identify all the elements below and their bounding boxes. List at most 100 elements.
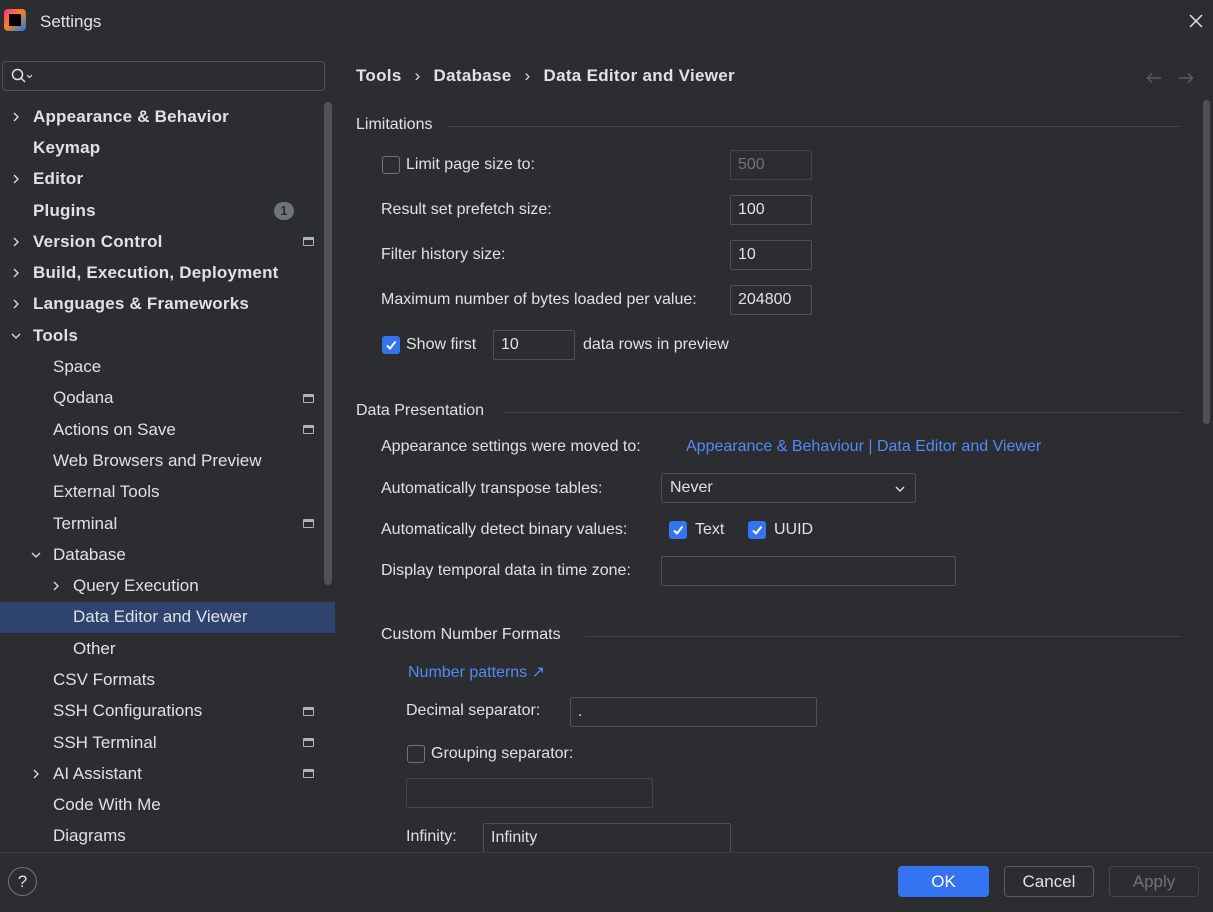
sidebar-item-languages-and-frameworks[interactable]: Languages & Frameworks bbox=[0, 289, 335, 320]
prefetch-size-label: Result set prefetch size: bbox=[381, 201, 552, 218]
chevron-right-icon[interactable] bbox=[10, 173, 22, 185]
detect-binary-uuid-checkbox[interactable] bbox=[748, 521, 766, 539]
sidebar-item-label: Version Control bbox=[33, 231, 163, 251]
sidebar-item-space[interactable]: Space bbox=[0, 351, 335, 382]
sidebar-item-keymap[interactable]: Keymap bbox=[0, 132, 335, 163]
chevron-right-icon[interactable] bbox=[50, 580, 62, 592]
breadcrumb-item-current: Data Editor and Viewer bbox=[543, 66, 735, 85]
settings-search-input[interactable] bbox=[33, 63, 324, 89]
sidebar-item-ai-assistant[interactable]: AI Assistant bbox=[0, 758, 335, 789]
sidebar-item-ssh-configurations[interactable]: SSH Configurations bbox=[0, 696, 335, 727]
window-title: Settings bbox=[40, 12, 102, 31]
back-button[interactable] bbox=[1145, 70, 1163, 86]
detect-binary-text-checkbox[interactable] bbox=[669, 521, 687, 539]
breadcrumb-separator: › bbox=[524, 66, 531, 85]
chevron-down-icon[interactable] bbox=[10, 330, 22, 342]
close-button[interactable] bbox=[1185, 10, 1207, 32]
sidebar-item-data-editor-and-viewer[interactable]: Data Editor and Viewer bbox=[0, 601, 335, 634]
infinity-label: Infinity: bbox=[406, 828, 457, 845]
sidebar-item-query-execution[interactable]: Query Execution bbox=[0, 570, 335, 601]
chevron-right-icon[interactable] bbox=[10, 111, 22, 123]
sidebar-item-actions-on-save[interactable]: Actions on Save bbox=[0, 414, 335, 445]
settings-search-box[interactable] bbox=[2, 61, 325, 91]
sidebar-item-editor[interactable]: Editor bbox=[0, 164, 335, 195]
checkmark-icon bbox=[673, 525, 684, 536]
ok-button[interactable]: OK bbox=[898, 866, 989, 897]
sidebar-item-label: Database bbox=[53, 544, 126, 564]
time-zone-input[interactable] bbox=[661, 556, 956, 586]
show-first-suffix-label: data rows in preview bbox=[583, 336, 729, 353]
sidebar-scrollbar[interactable] bbox=[324, 102, 332, 585]
detect-binary-text-label: Text bbox=[695, 521, 725, 538]
section-divider bbox=[447, 126, 1180, 127]
project-level-icon bbox=[303, 738, 314, 748]
sidebar-item-label: Appearance & Behavior bbox=[33, 106, 229, 126]
section-divider bbox=[585, 636, 1180, 637]
show-first-rows-input[interactable]: 10 bbox=[493, 330, 575, 360]
sidebar-item-plugins[interactable]: Plugins 1 bbox=[0, 195, 335, 226]
close-icon bbox=[1189, 14, 1203, 28]
chevron-right-icon[interactable] bbox=[30, 768, 42, 780]
breadcrumb: Tools › Database › Data Editor and Viewe… bbox=[356, 66, 735, 86]
help-button[interactable]: ? bbox=[8, 867, 37, 896]
sidebar-item-appearance-and-behavior[interactable]: Appearance & Behavior bbox=[0, 101, 335, 132]
sidebar-item-ssh-terminal[interactable]: SSH Terminal bbox=[0, 727, 335, 758]
limit-page-size-input[interactable]: 500 bbox=[730, 150, 812, 180]
limitations-section-title: Limitations bbox=[356, 116, 433, 133]
sidebar-item-label: SSH Configurations bbox=[53, 701, 203, 721]
chevron-right-icon[interactable] bbox=[10, 267, 22, 279]
data-presentation-section-title: Data Presentation bbox=[356, 402, 485, 419]
grouping-separator-checkbox[interactable] bbox=[407, 745, 425, 763]
number-patterns-link[interactable]: Number patterns ↗ bbox=[408, 662, 545, 682]
sidebar-item-web-browsers-and-preview[interactable]: Web Browsers and Preview bbox=[0, 445, 335, 476]
show-first-checkbox[interactable] bbox=[382, 336, 400, 354]
apply-button[interactable]: Apply bbox=[1109, 866, 1199, 897]
forward-button[interactable] bbox=[1177, 70, 1195, 86]
filter-history-input[interactable]: 10 bbox=[730, 240, 812, 270]
sidebar-item-label: Space bbox=[53, 357, 102, 377]
chevron-right-icon[interactable] bbox=[10, 236, 22, 248]
arrow-right-icon bbox=[1179, 73, 1194, 83]
breadcrumb-item-tools[interactable]: Tools bbox=[356, 66, 402, 86]
sidebar-item-build-execution-deployment[interactable]: Build, Execution, Deployment bbox=[0, 257, 335, 288]
appearance-settings-link[interactable]: Appearance & Behaviour | Data Editor and… bbox=[686, 438, 1041, 456]
sidebar-item-csv-formats[interactable]: CSV Formats bbox=[0, 664, 335, 695]
sidebar-item-label: Build, Execution, Deployment bbox=[33, 263, 279, 283]
project-level-icon bbox=[303, 706, 314, 716]
project-level-icon bbox=[303, 237, 314, 247]
transpose-tables-value: Never bbox=[670, 479, 713, 496]
sidebar-item-tools[interactable]: Tools bbox=[0, 320, 335, 351]
transpose-tables-label: Automatically transpose tables: bbox=[381, 480, 603, 497]
sidebar-item-other[interactable]: Other bbox=[0, 633, 335, 664]
checkmark-icon bbox=[386, 340, 397, 351]
decimal-separator-input[interactable]: . bbox=[570, 697, 817, 727]
limit-page-size-label: Limit page size to: bbox=[406, 156, 535, 173]
sidebar-item-code-with-me[interactable]: Code With Me bbox=[0, 790, 335, 821]
sidebar-item-version-control[interactable]: Version Control bbox=[0, 226, 335, 257]
sidebar-item-diagrams[interactable]: Diagrams bbox=[0, 821, 335, 852]
checkmark-icon bbox=[752, 525, 763, 536]
number-formats-section-title: Custom Number Formats bbox=[381, 626, 561, 643]
chevron-down-icon[interactable] bbox=[30, 549, 42, 561]
sidebar-item-database[interactable]: Database bbox=[0, 539, 335, 570]
prefetch-size-input[interactable]: 100 bbox=[730, 195, 812, 225]
detect-binary-label: Automatically detect binary values: bbox=[381, 521, 628, 538]
detect-binary-uuid-label: UUID bbox=[774, 521, 814, 538]
breadcrumb-item-database[interactable]: Database bbox=[434, 66, 512, 86]
settings-content: Tools › Database › Data Editor and Viewe… bbox=[335, 44, 1213, 853]
search-icon bbox=[11, 68, 33, 83]
arrow-left-icon bbox=[1146, 73, 1161, 83]
infinity-input[interactable]: Infinity bbox=[483, 823, 731, 853]
sidebar-item-qodana[interactable]: Qodana bbox=[0, 383, 335, 414]
limit-page-size-checkbox[interactable] bbox=[382, 156, 400, 174]
sidebar-item-label: SSH Terminal bbox=[53, 732, 157, 752]
sidebar-item-terminal[interactable]: Terminal bbox=[0, 508, 335, 539]
chevron-right-icon[interactable] bbox=[10, 298, 22, 310]
cancel-button[interactable]: Cancel bbox=[1004, 866, 1094, 897]
grouping-separator-input[interactable] bbox=[406, 778, 653, 808]
sidebar-item-external-tools[interactable]: External Tools bbox=[0, 477, 335, 508]
transpose-tables-dropdown[interactable]: Never bbox=[661, 473, 916, 503]
content-scrollbar[interactable] bbox=[1203, 100, 1210, 424]
sidebar-item-label: Tools bbox=[33, 325, 79, 345]
max-bytes-input[interactable]: 204800 bbox=[730, 285, 812, 315]
